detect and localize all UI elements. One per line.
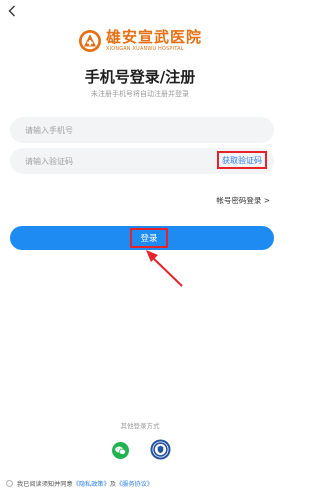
get-code-button[interactable]: 获取验证码 <box>217 151 267 169</box>
service-agreement-link[interactable]: 《服务协议》 <box>116 479 153 488</box>
annotation-arrow <box>146 250 183 287</box>
login-button-label: 登录 <box>130 228 168 248</box>
agreement-row: 我已阅读须知并同意 《隐私政策》 及 《服务协议》 <box>6 479 153 488</box>
privacy-policy-link[interactable]: 《隐私政策》 <box>73 479 110 488</box>
wechat-icon <box>112 442 129 459</box>
wechat-login-button[interactable] <box>112 442 129 459</box>
page-subtitle: 未注册手机号将自动注册并登录 <box>91 90 189 98</box>
chevron-left-icon <box>8 5 15 17</box>
agreement-checkbox[interactable] <box>6 480 13 487</box>
hospital-name-en: XIONGAN XUANWU HOSPITAL <box>105 47 184 52</box>
gov-id-login-button[interactable] <box>150 439 171 460</box>
phone-input[interactable] <box>10 117 195 143</box>
back-button[interactable] <box>5 4 19 18</box>
other-login-title: 其他登录方式 <box>120 422 160 430</box>
hospital-logo: 雄安宣武医院 XIONGAN XUANWU HOSPITAL <box>0 24 280 58</box>
code-field: 获取验证码 <box>10 148 274 174</box>
phone-field <box>10 117 274 143</box>
gov-id-icon <box>150 439 171 460</box>
verification-code-input[interactable] <box>10 148 195 174</box>
password-login-link[interactable]: 帐号密码登录 > <box>216 195 270 206</box>
hospital-emblem-icon <box>78 30 101 52</box>
agreement-text: 我已阅读须知并同意 <box>17 481 73 488</box>
hospital-name-cn: 雄安宣武医院 <box>105 28 202 46</box>
page-title: 手机号登录/注册 <box>84 68 196 86</box>
